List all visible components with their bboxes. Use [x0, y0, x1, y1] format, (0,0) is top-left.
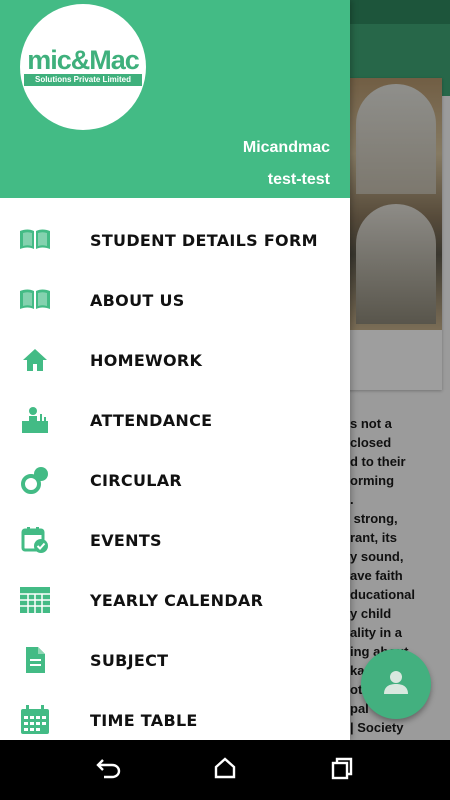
menu-item-label: HOMEWORK — [90, 351, 203, 370]
menu-item-label: ABOUT US — [90, 291, 185, 310]
system-navigation-bar — [0, 740, 450, 800]
navigation-drawer: mic&Mac Solutions Private Limited Micand… — [0, 0, 350, 740]
back-button[interactable] — [92, 754, 124, 786]
logo-subtitle: Solutions Private Limited — [24, 74, 142, 86]
timetable-calendar-icon — [19, 705, 51, 735]
home-button[interactable] — [209, 754, 241, 786]
profile-fab-button[interactable] — [361, 649, 431, 719]
person-icon — [381, 667, 411, 702]
menu-item-student-details-form[interactable]: STUDENT DETAILS FORM — [0, 210, 350, 270]
circular-icon — [19, 465, 51, 495]
menu-item-attendance[interactable]: ATTENDANCE — [0, 390, 350, 450]
menu-item-homework[interactable]: HOMEWORK — [0, 330, 350, 390]
menu-item-circular[interactable]: CIRCULAR — [0, 450, 350, 510]
drawer-menu: STUDENT DETAILS FORM ABOUT US HOMEWORK A… — [0, 210, 350, 740]
menu-item-label: EVENTS — [90, 531, 162, 550]
menu-item-label: STUDENT DETAILS FORM — [90, 231, 318, 250]
document-icon — [19, 645, 51, 675]
menu-item-subject[interactable]: SUBJECT — [0, 630, 350, 690]
menu-item-about-us[interactable]: ABOUT US — [0, 270, 350, 330]
recents-icon — [330, 756, 354, 785]
menu-item-label: YEARLY CALENDAR — [90, 591, 264, 610]
grid-calendar-icon — [19, 585, 51, 615]
menu-item-label: SUBJECT — [90, 651, 169, 670]
attendance-desk-icon — [19, 405, 51, 435]
menu-item-time-table[interactable]: TIME TABLE — [0, 690, 350, 740]
home-icon — [19, 345, 51, 375]
menu-item-label: CIRCULAR — [90, 471, 183, 490]
event-calendar-icon — [19, 525, 51, 555]
drawer-header: mic&Mac Solutions Private Limited Micand… — [0, 0, 350, 198]
recents-button[interactable] — [326, 754, 358, 786]
user-subtitle: test-test — [267, 171, 330, 188]
back-icon — [95, 757, 121, 784]
logo-text: mic&Mac — [27, 45, 140, 75]
menu-item-events[interactable]: EVENTS — [0, 510, 350, 570]
user-name: Micandmac — [242, 139, 330, 156]
menu-item-yearly-calendar[interactable]: YEARLY CALENDAR — [0, 570, 350, 630]
book-icon — [19, 285, 51, 315]
menu-item-label: ATTENDANCE — [90, 411, 213, 430]
school-logo: mic&Mac Solutions Private Limited — [20, 4, 146, 130]
menu-item-label: TIME TABLE — [90, 711, 198, 730]
book-icon — [19, 225, 51, 255]
home-outline-icon — [213, 756, 237, 785]
